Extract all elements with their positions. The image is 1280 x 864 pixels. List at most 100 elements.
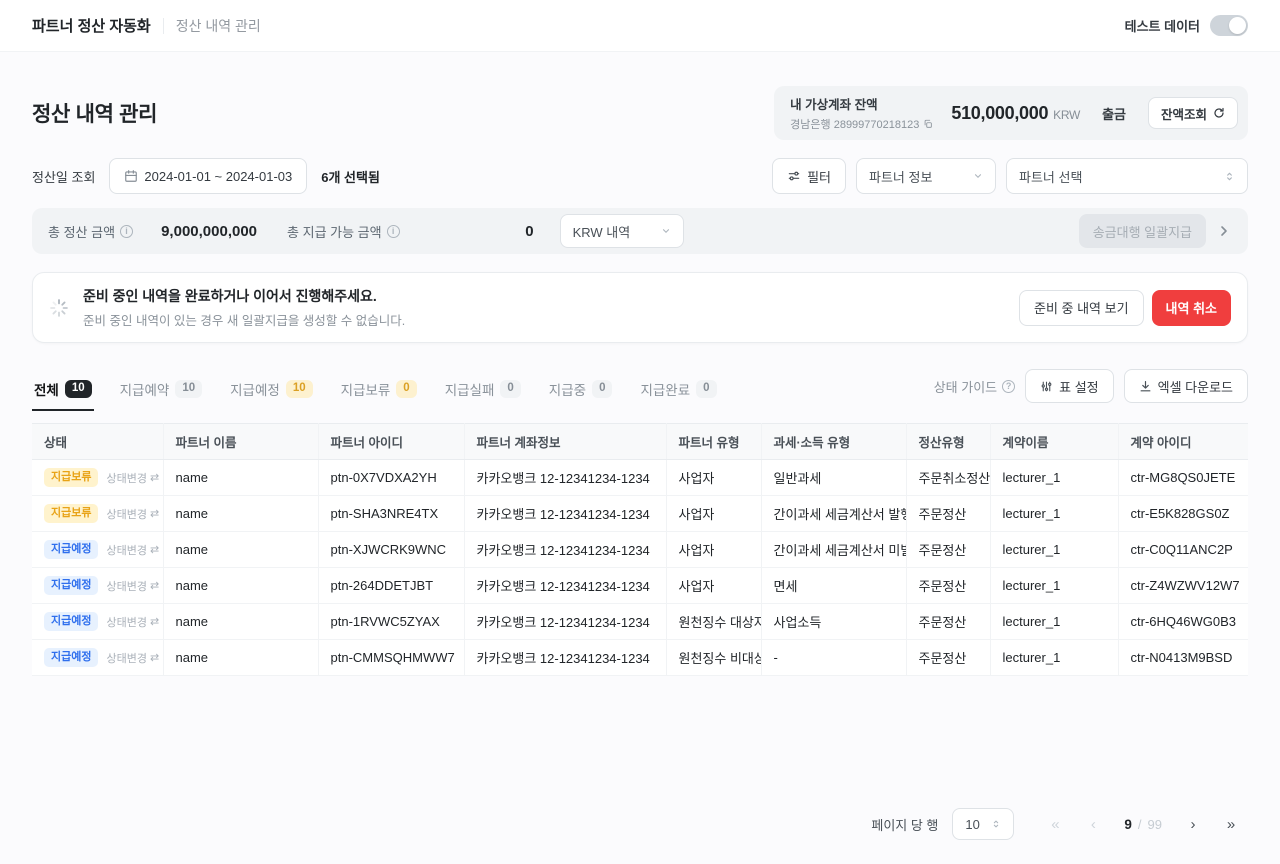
date-range-picker[interactable]: 2024-01-01 ~ 2024-01-03 (109, 158, 307, 194)
status-badge: 지급예정 (44, 612, 98, 630)
status-tab-6[interactable]: 지급중0 (547, 379, 615, 411)
table-cell: 주문정산 (906, 640, 990, 676)
status-guide-link[interactable]: 상태 가이드 ? (934, 377, 1015, 396)
currency-history-select[interactable]: KRW 내역 (560, 214, 684, 248)
toggle-knob (1229, 17, 1246, 34)
table-cell: name (163, 460, 318, 496)
table-row: 지급보류상태변경 ⇄nameptn-SHA3NRE4TX카카오뱅크 12-123… (32, 496, 1248, 532)
tab-count-badge: 10 (175, 380, 202, 398)
status-change-button[interactable]: 상태변경 ⇄ (106, 470, 159, 486)
filter-button[interactable]: 필터 (772, 158, 846, 194)
status-change-button[interactable]: 상태변경 ⇄ (106, 614, 159, 630)
rows-per-page-label: 페이지 당 행 (871, 815, 938, 834)
tab-count-badge: 10 (65, 380, 92, 398)
table-cell: name (163, 604, 318, 640)
tab-count-badge: 10 (286, 380, 313, 398)
payable-amount-label: 총 지급 가능 금액 (287, 222, 382, 241)
table-settings-button[interactable]: 표 설정 (1025, 369, 1114, 403)
filter-icon (787, 169, 801, 183)
selected-count: 6개 선택됨 (321, 167, 380, 186)
bulk-payment-button[interactable]: 송금대행 일괄지급 (1079, 214, 1206, 248)
partner-info-select[interactable]: 파트너 정보 (856, 158, 996, 194)
table-cell: name (163, 568, 318, 604)
table-cell: name (163, 496, 318, 532)
payable-amount-value: 0 (414, 223, 534, 240)
chevron-up-down-icon (1224, 170, 1235, 183)
column-header: 과세·소득 유형 (761, 424, 906, 460)
table-cell: 카카오뱅크 12-12341234-1234 (464, 604, 666, 640)
cancel-history-button[interactable]: 내역 취소 (1152, 290, 1231, 326)
test-data-toggle[interactable] (1210, 15, 1248, 36)
status-tab-5[interactable]: 지급실패0 (443, 379, 523, 411)
table-cell: ptn-XJWCRK9WNC (318, 532, 464, 568)
status-change-button[interactable]: 상태변경 ⇄ (106, 650, 159, 666)
main-content: 정산 내역 관리 내 가상계좌 잔액 경남은행 28999770218123 5… (0, 86, 1280, 864)
refresh-icon (1213, 107, 1225, 119)
info-icon[interactable]: i (387, 225, 400, 238)
info-icon[interactable]: i (120, 225, 133, 238)
tab-label: 전체 (34, 379, 59, 399)
settlement-date-label: 정산일 조회 (32, 167, 95, 186)
swap-icon: ⇄ (150, 543, 159, 556)
status-tab-3[interactable]: 지급예정10 (228, 379, 314, 411)
column-header: 상태 (32, 424, 163, 460)
swap-icon: ⇄ (150, 507, 159, 520)
status-tab-1[interactable]: 전체 10 (32, 379, 94, 411)
status-change-button[interactable]: 상태변경 ⇄ (106, 578, 159, 594)
status-change-button[interactable]: 상태변경 ⇄ (106, 542, 159, 558)
expand-summary-button[interactable] (1216, 223, 1232, 239)
table-cell: - (761, 640, 906, 676)
partner-select[interactable]: 파트너 선택 (1006, 158, 1248, 194)
virtual-account-balance-card: 내 가상계좌 잔액 경남은행 28999770218123 510,000,00… (774, 86, 1248, 140)
chevron-down-icon (973, 171, 983, 181)
table-header-row: 상태파트너 이름파트너 아이디파트너 계좌정보파트너 유형과세·소득 유형정산유… (32, 424, 1248, 460)
swap-icon: ⇄ (150, 651, 159, 664)
tab-label: 지급보류 (341, 379, 391, 399)
check-balance-button[interactable]: 잔액조회 (1148, 97, 1238, 129)
table-cell: 면세 (761, 568, 906, 604)
next-page-button[interactable]: › (1176, 808, 1210, 840)
table-cell: ctr-C0Q11ANC2P (1118, 532, 1248, 568)
spinner-icon (49, 298, 69, 318)
table-body: 지급보류상태변경 ⇄nameptn-0X7VDXA2YH카카오뱅크 12-123… (32, 460, 1248, 676)
column-header: 파트너 계좌정보 (464, 424, 666, 460)
status-tab-7[interactable]: 지급완료 0 (638, 379, 718, 411)
table-cell: 간이과세 세금계산서 발행 (761, 496, 906, 532)
table-cell: name (163, 640, 318, 676)
app-title: 파트너 정산 자동화 (32, 15, 151, 36)
table-cell: 사업소득 (761, 604, 906, 640)
pagination: 페이지 당 행 10 « ‹ 9 / 99 › » (32, 808, 1248, 840)
status-tab-2[interactable]: 지급예약10 (118, 379, 204, 411)
status-tab-4[interactable]: 지급보류0 (339, 379, 419, 411)
total-settlement-value: 9,000,000,000 (147, 223, 257, 240)
table-cell: 주문취소정산 (906, 460, 990, 496)
status-change-button[interactable]: 상태변경 ⇄ (106, 506, 159, 522)
column-header: 계약이름 (990, 424, 1118, 460)
view-pending-button[interactable]: 준비 중 내역 보기 (1019, 290, 1144, 326)
tab-label: 지급완료 (640, 379, 690, 399)
swap-icon: ⇄ (150, 579, 159, 592)
table-cell: 주문정산 (906, 568, 990, 604)
table-cell: 원천징수 비대상자 (666, 640, 761, 676)
copy-icon[interactable] (923, 119, 933, 129)
first-page-button[interactable]: « (1038, 808, 1072, 840)
table-cell: 일반과세 (761, 460, 906, 496)
excel-download-button[interactable]: 엑셀 다운로드 (1124, 369, 1248, 403)
status-badge: 지급예정 (44, 576, 98, 594)
total-settlement-label: 총 정산 금액 (48, 222, 115, 241)
withdraw-button[interactable]: 출금 (1098, 104, 1130, 123)
table-cell: 간이과세 세금계산서 미발행 (761, 532, 906, 568)
status-tabs: 전체10지급예약10지급예정10지급보류0지급실패0지급중0지급완료0 (32, 379, 719, 411)
last-page-button[interactable]: » (1214, 808, 1248, 840)
rows-per-page-select[interactable]: 10 (952, 808, 1014, 840)
chevron-up-down-icon (991, 818, 1001, 830)
prev-page-button[interactable]: ‹ (1076, 808, 1110, 840)
table-cell: ctr-MG8QS0JETE (1118, 460, 1248, 496)
current-page: 9 (1124, 817, 1132, 832)
table-cell: 사업자 (666, 532, 761, 568)
table-cell: 카카오뱅크 12-12341234-1234 (464, 496, 666, 532)
tab-count-badge: 0 (696, 380, 716, 398)
table-cell: 사업자 (666, 568, 761, 604)
divider (163, 18, 164, 34)
pending-notice-banner: 준비 중인 내역을 완료하거나 이어서 진행해주세요. 준비 중인 내역이 있는… (32, 272, 1248, 343)
